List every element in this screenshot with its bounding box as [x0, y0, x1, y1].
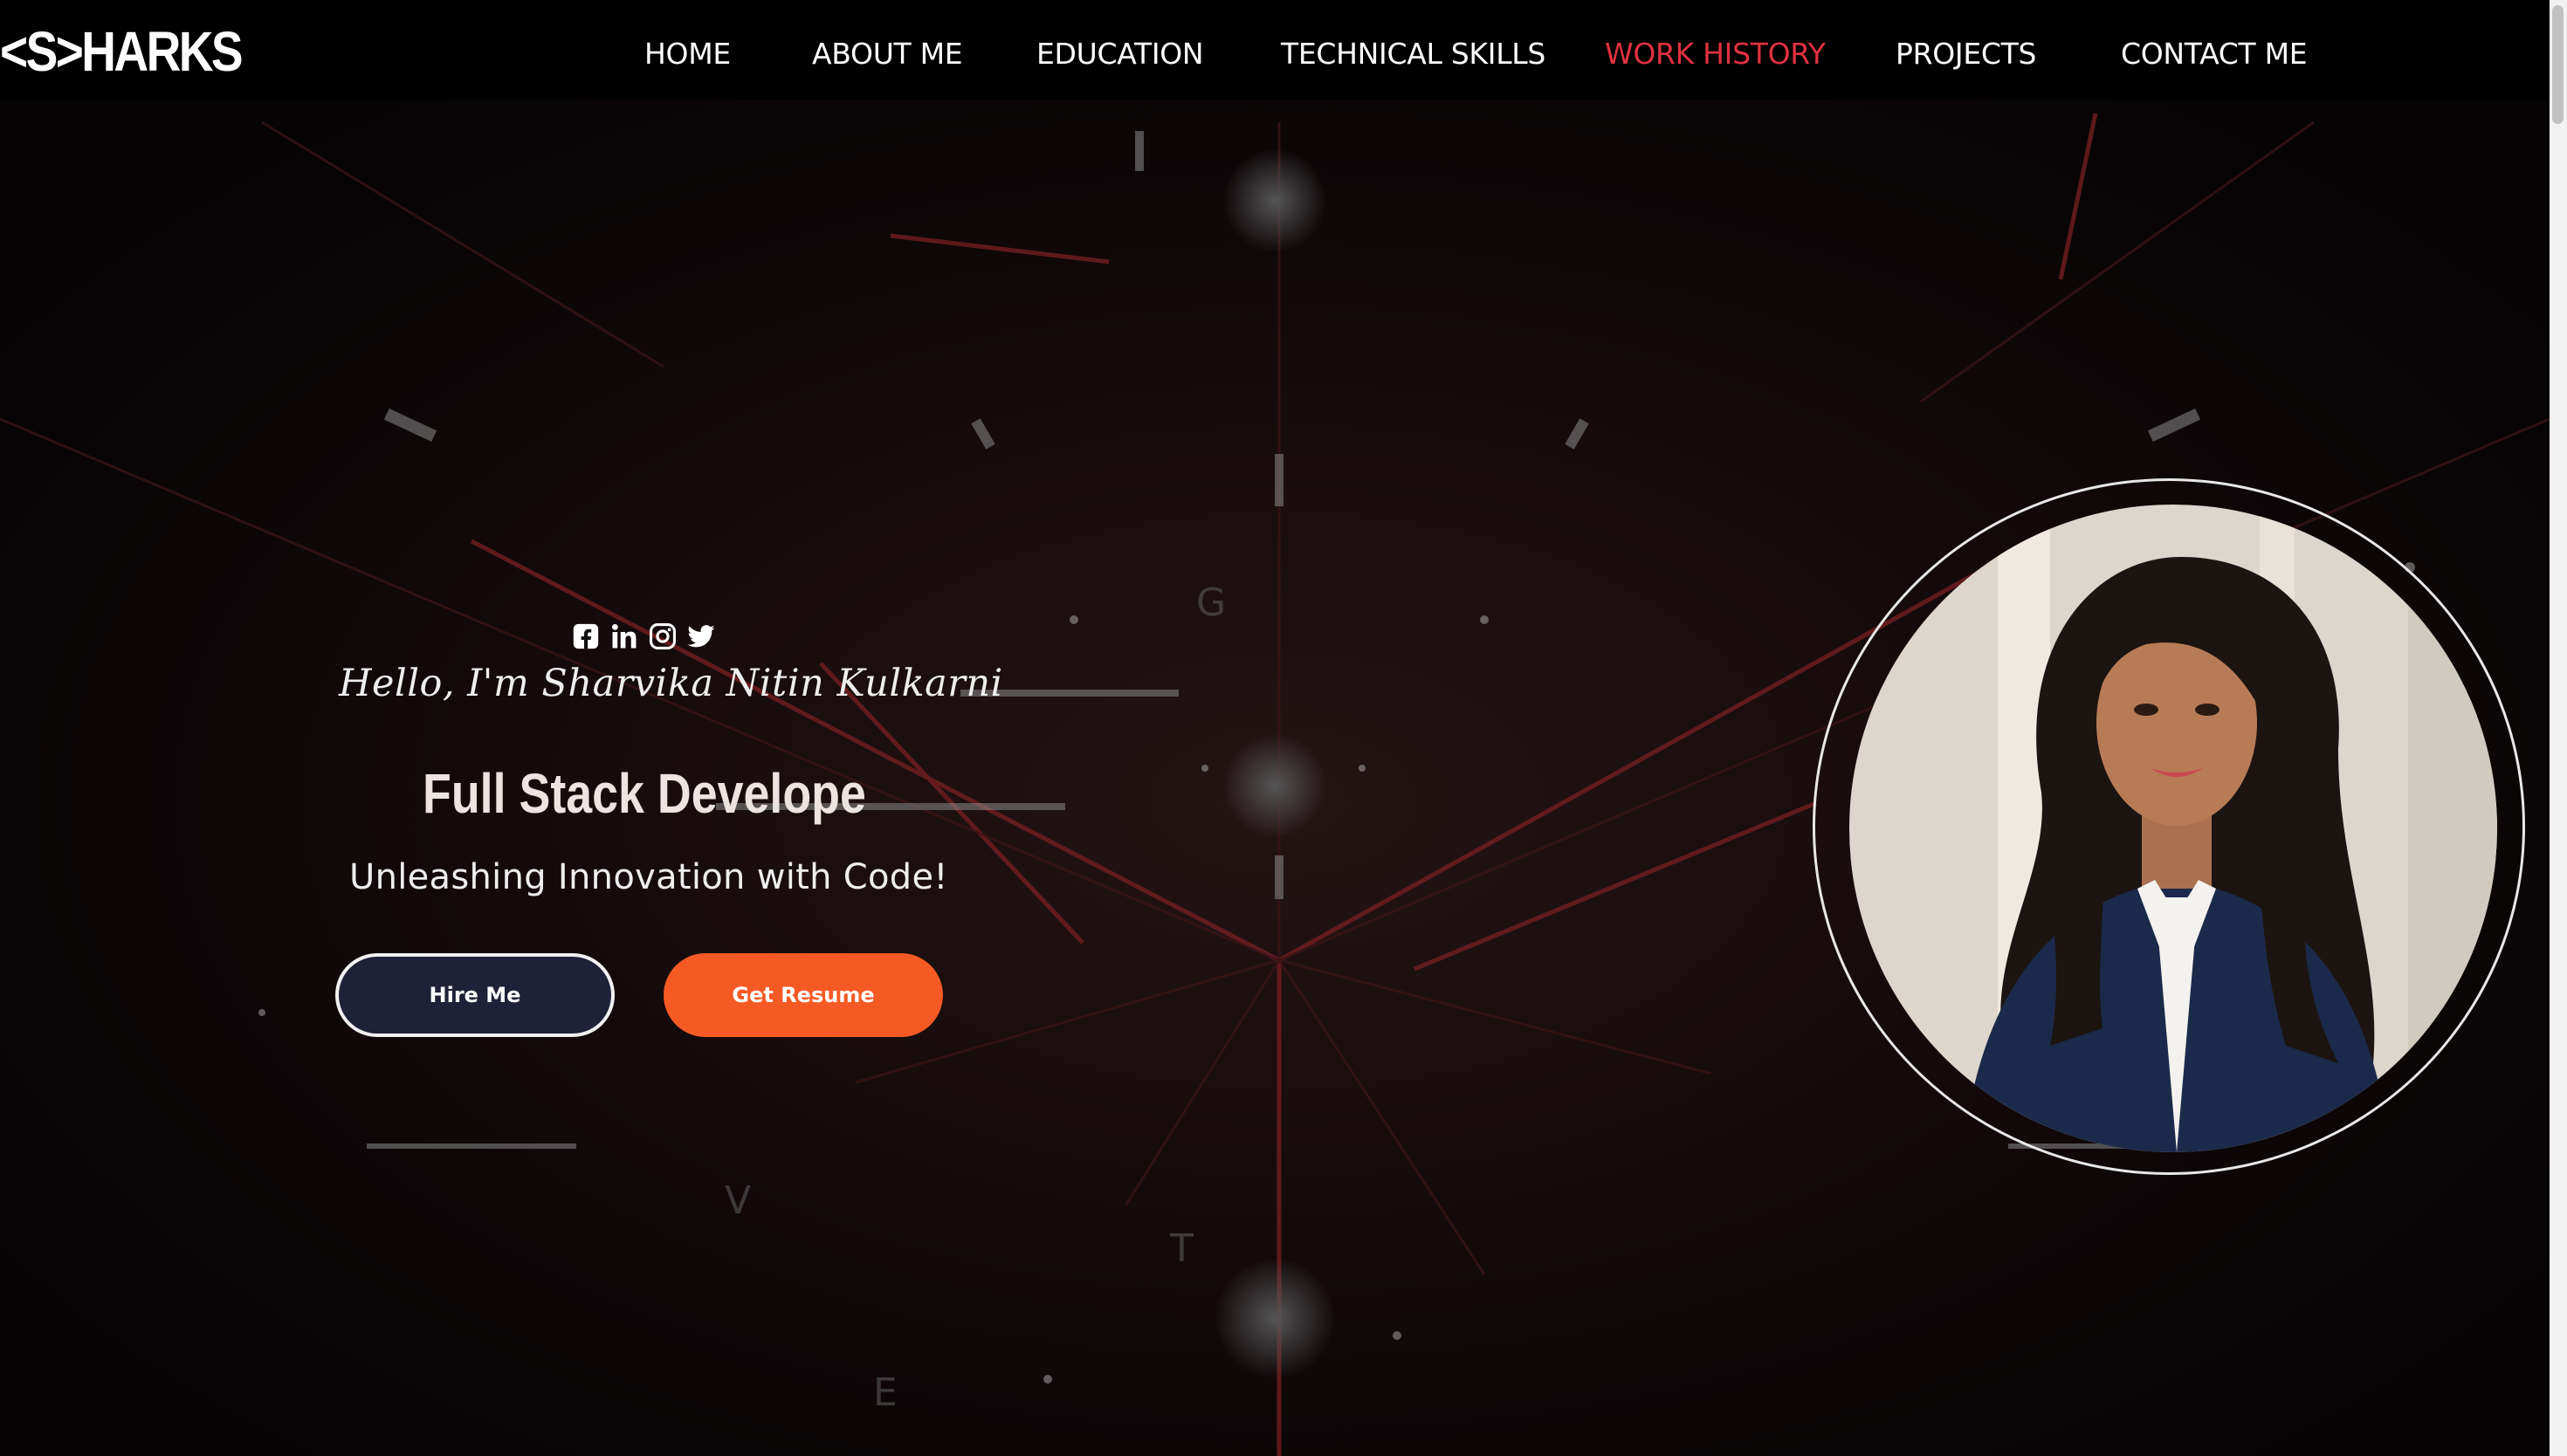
svg-text:E: E	[873, 1370, 898, 1415]
linkedin-icon[interactable]	[609, 622, 639, 651]
twitter-icon[interactable]	[686, 622, 716, 651]
svg-text:V: V	[725, 1178, 751, 1223]
hire-me-button[interactable]: Hire Me	[335, 953, 615, 1037]
social-links	[571, 622, 716, 651]
page-scrollbar[interactable]	[2550, 0, 2567, 1456]
scrollbar-thumb[interactable]	[2552, 5, 2564, 124]
svg-text:T: T	[1169, 1226, 1194, 1271]
nav-technical-skills[interactable]: TECHNICAL SKILLS	[1281, 37, 1545, 71]
nav-projects[interactable]: PROJECTS	[1896, 37, 2036, 71]
hero-role: Full Stack Develope	[423, 762, 866, 825]
nav-home[interactable]: HOME	[644, 37, 731, 71]
hero-tagline: Unleashing Innovation with Code!	[349, 857, 948, 897]
nav-education[interactable]: EDUCATION	[1036, 37, 1204, 71]
nav-work-history[interactable]: WORK HISTORY	[1605, 37, 1826, 71]
top-navigation: <S>HARKS HOME ABOUT ME EDUCATION TECHNIC…	[0, 0, 2550, 100]
svg-text:G: G	[1196, 580, 1226, 625]
profile-photo	[1849, 505, 2497, 1152]
get-resume-button[interactable]: Get Resume	[664, 953, 943, 1037]
nav-about-me[interactable]: ABOUT ME	[812, 37, 963, 71]
facebook-icon[interactable]	[571, 622, 601, 651]
hero-greeting: Hello, I'm Sharvika Nitin Kulkarni	[339, 662, 1003, 705]
nav-contact-me[interactable]: CONTACT ME	[2121, 37, 2308, 71]
instagram-icon[interactable]	[648, 622, 678, 651]
site-logo[interactable]: <S>HARKS	[0, 19, 244, 84]
